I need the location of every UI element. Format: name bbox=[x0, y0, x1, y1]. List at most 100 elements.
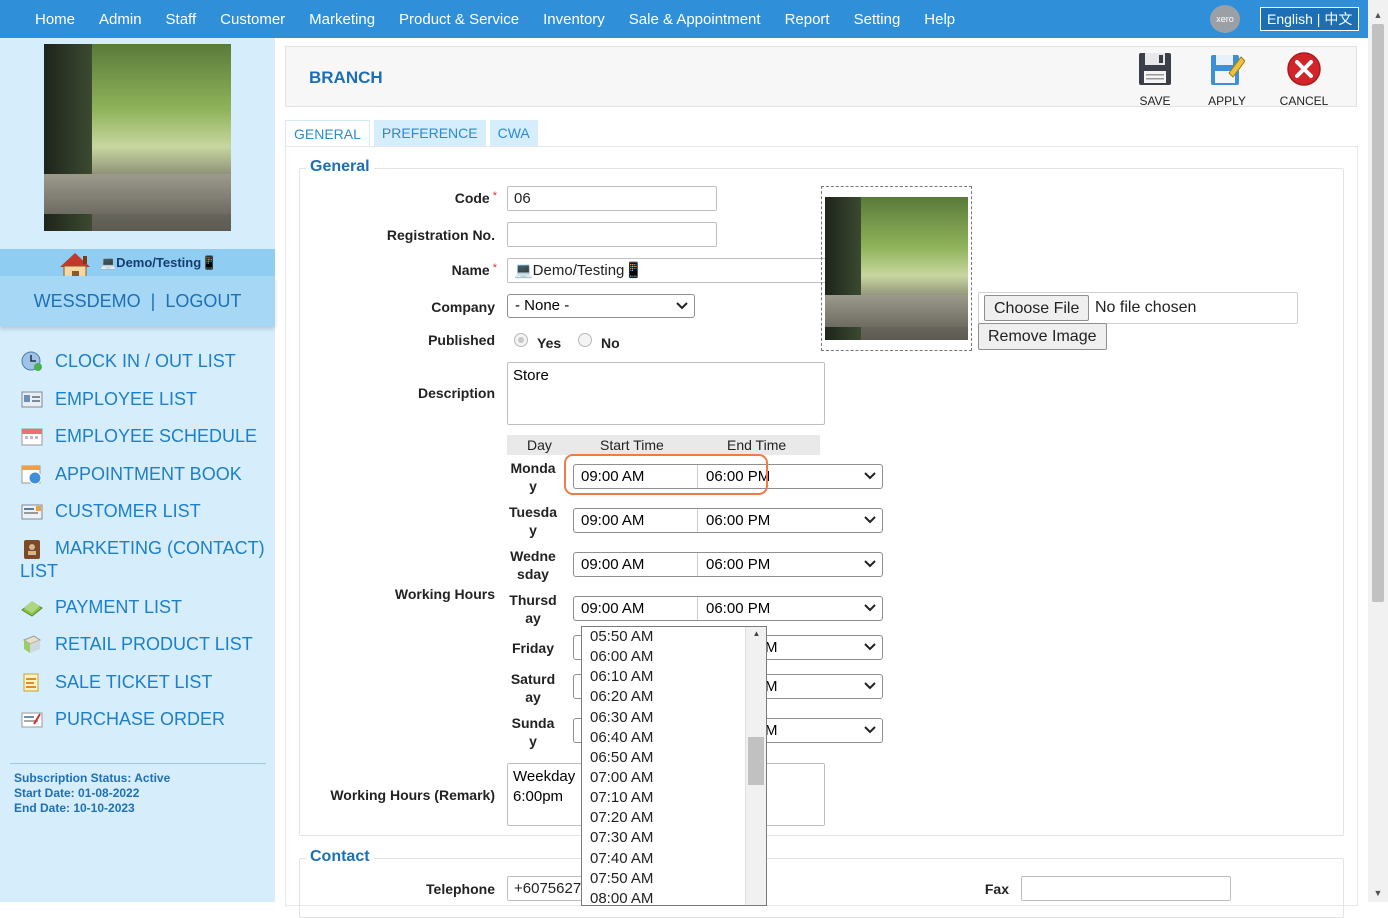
time-option[interactable]: 05:50 AM bbox=[582, 627, 766, 647]
description-textarea[interactable]: Store bbox=[507, 362, 825, 425]
nav-home[interactable]: Home bbox=[35, 11, 75, 28]
save-button[interactable]: SAVE bbox=[1125, 51, 1185, 108]
time-option[interactable]: 06:40 AM bbox=[582, 728, 766, 748]
branch-photo bbox=[44, 44, 231, 231]
scroll-up-arrow-icon[interactable]: ▲ bbox=[1368, 10, 1388, 20]
thursday-time-select[interactable]: 09:00 AM 06:00 PM bbox=[573, 596, 883, 621]
customer-card-icon bbox=[21, 504, 43, 520]
language-switch[interactable]: English | 中文 bbox=[1260, 7, 1360, 31]
time-option[interactable]: 07:50 AM bbox=[582, 869, 766, 889]
company-label: Company bbox=[431, 299, 495, 315]
tab-cwa[interactable]: CWA bbox=[489, 120, 538, 146]
remove-image-button[interactable]: Remove Image bbox=[978, 323, 1107, 350]
time-option[interactable]: 06:50 AM bbox=[582, 748, 766, 768]
time-option[interactable]: 07:40 AM bbox=[582, 849, 766, 869]
published-yes-radio[interactable] bbox=[514, 333, 528, 347]
nav-customer[interactable]: Customer bbox=[220, 11, 285, 28]
nav-sale-appointment[interactable]: Sale & Appointment bbox=[629, 11, 761, 28]
registration-input[interactable] bbox=[507, 222, 717, 247]
subscription-info: Subscription Status: Active Start Date: … bbox=[14, 771, 170, 816]
day-saturday: Saturd ay bbox=[510, 671, 556, 705]
employee-card-icon bbox=[21, 391, 43, 407]
name-input[interactable]: 💻Demo/Testing📱 bbox=[507, 258, 839, 283]
telephone-label: Telephone bbox=[426, 881, 495, 897]
chevron-down-icon bbox=[864, 643, 876, 651]
tab-general[interactable]: GENERAL bbox=[285, 120, 370, 146]
description-label: Description bbox=[417, 385, 495, 401]
nav-marketing[interactable]: Marketing bbox=[309, 11, 375, 28]
xero-icon[interactable]: xero bbox=[1210, 5, 1240, 33]
cancel-button[interactable]: CANCEL bbox=[1274, 51, 1334, 108]
choose-file-button[interactable]: Choose File bbox=[984, 295, 1090, 321]
published-no-radio[interactable] bbox=[578, 333, 592, 347]
sidebar-item-sale-ticket-list[interactable]: SALE TICKET LIST bbox=[0, 667, 275, 705]
page-scrollbar[interactable]: ▲ ▼ bbox=[1368, 0, 1388, 902]
registration-label: Registration No. bbox=[386, 227, 495, 243]
dropdown-scrollbar-thumb[interactable] bbox=[748, 737, 764, 785]
tab-preference[interactable]: PREFERENCE bbox=[373, 120, 486, 146]
top-menu: Home Admin Staff Customer Marketing Prod… bbox=[0, 0, 967, 38]
fax-input[interactable] bbox=[1021, 876, 1231, 901]
time-option[interactable]: 07:20 AM bbox=[582, 808, 766, 828]
sidebar-item-retail-product-list[interactable]: RETAIL PRODUCT LIST bbox=[0, 629, 275, 667]
code-input[interactable]: 06 bbox=[507, 186, 717, 211]
sidebar-item-employee-schedule[interactable]: EMPLOYEE SCHEDULE bbox=[0, 421, 275, 459]
purchase-order-icon bbox=[21, 712, 43, 728]
chevron-down-icon bbox=[676, 302, 688, 310]
save-label: SAVE bbox=[1139, 94, 1171, 108]
apply-label: APPLY bbox=[1208, 94, 1246, 108]
sidebar-item-employee-list[interactable]: EMPLOYEE LIST bbox=[0, 384, 275, 422]
time-option[interactable]: 06:20 AM bbox=[582, 687, 766, 707]
nav-report[interactable]: Report bbox=[785, 11, 830, 28]
sidebar-item-clock-in-out[interactable]: CLOCK IN / OUT LIST bbox=[0, 346, 275, 384]
page-header: BRANCH SAVE APPLY CANCEL bbox=[285, 46, 1357, 108]
sidebar-item-marketing-contact-list[interactable]: MARKETING (CONTACT) LIST bbox=[0, 534, 275, 592]
sidebar: 💻Demo/Testing📱 WESSDEMO | LOGOUT CLOCK IN … bbox=[0, 38, 275, 902]
dropdown-scroll-up-icon[interactable]: ▲ bbox=[746, 629, 766, 638]
time-option[interactable]: 06:00 AM bbox=[582, 647, 766, 667]
time-option[interactable]: 07:30 AM bbox=[582, 828, 766, 848]
nav-help[interactable]: Help bbox=[924, 11, 955, 28]
sidebar-item-payment-list[interactable]: PAYMENT LIST bbox=[0, 592, 275, 630]
no-file-text: No file chosen bbox=[1095, 299, 1197, 316]
sidebar-item-customer-list[interactable]: CUSTOMER LIST bbox=[0, 496, 275, 534]
dropdown-scrollbar[interactable]: ▲ bbox=[745, 627, 766, 905]
time-option[interactable]: 06:30 AM bbox=[582, 708, 766, 728]
monday-time-select[interactable]: 09:00 AM 06:00 PM bbox=[573, 464, 883, 489]
branch-strip: 💻Demo/Testing📱 bbox=[0, 249, 275, 284]
logout-link[interactable]: LOGOUT bbox=[165, 291, 241, 311]
time-option[interactable]: 07:00 AM bbox=[582, 768, 766, 788]
tuesday-start: 09:00 AM bbox=[581, 512, 645, 529]
monday-start: 09:00 AM bbox=[581, 468, 645, 485]
time-dropdown-list[interactable]: 05:50 AM 06:00 AM 06:10 AM 06:20 AM 06:3… bbox=[581, 626, 767, 906]
page-title: BRANCH bbox=[309, 68, 383, 87]
wednesday-time-select[interactable]: 09:00 AM 06:00 PM bbox=[573, 552, 883, 577]
sidebar-item-appointment-book[interactable]: APPOINTMENT BOOK bbox=[0, 459, 275, 497]
nav-inventory[interactable]: Inventory bbox=[543, 11, 605, 28]
nav-staff[interactable]: Staff bbox=[166, 11, 197, 28]
day-friday: Friday bbox=[511, 640, 554, 656]
time-option[interactable]: 06:10 AM bbox=[582, 667, 766, 687]
time-option[interactable]: 08:00 AM bbox=[582, 889, 766, 905]
sidebar-item-purchase-order[interactable]: PURCHASE ORDER bbox=[0, 704, 275, 742]
floppy-disk-icon bbox=[1139, 53, 1171, 85]
day-monday: Monda y bbox=[510, 460, 556, 494]
scroll-down-arrow-icon[interactable]: ▼ bbox=[1368, 888, 1388, 898]
nav-admin[interactable]: Admin bbox=[99, 11, 142, 28]
working-hours-remark-label: Working Hours (Remark) bbox=[330, 787, 495, 803]
time-option[interactable]: 07:10 AM bbox=[582, 788, 766, 808]
cancel-icon bbox=[1287, 52, 1321, 86]
username-link[interactable]: WESSDEMO bbox=[34, 291, 141, 311]
chevron-down-icon bbox=[864, 604, 876, 612]
scrollbar-thumb[interactable] bbox=[1372, 24, 1384, 602]
thursday-end: 06:00 PM bbox=[706, 600, 771, 617]
nav-setting[interactable]: Setting bbox=[854, 11, 901, 28]
day-thursday: Thursd ay bbox=[509, 592, 557, 626]
branch-name: 💻Demo/Testing📱 bbox=[100, 255, 218, 270]
company-select[interactable]: - None - bbox=[507, 294, 695, 318]
file-input[interactable]: Choose File No file chosen bbox=[978, 292, 1298, 324]
tuesday-time-select[interactable]: 09:00 AM 06:00 PM bbox=[573, 508, 883, 533]
apply-button[interactable]: APPLY bbox=[1197, 51, 1257, 108]
nav-product-service[interactable]: Product & Service bbox=[399, 11, 519, 28]
ticket-icon bbox=[23, 673, 39, 691]
